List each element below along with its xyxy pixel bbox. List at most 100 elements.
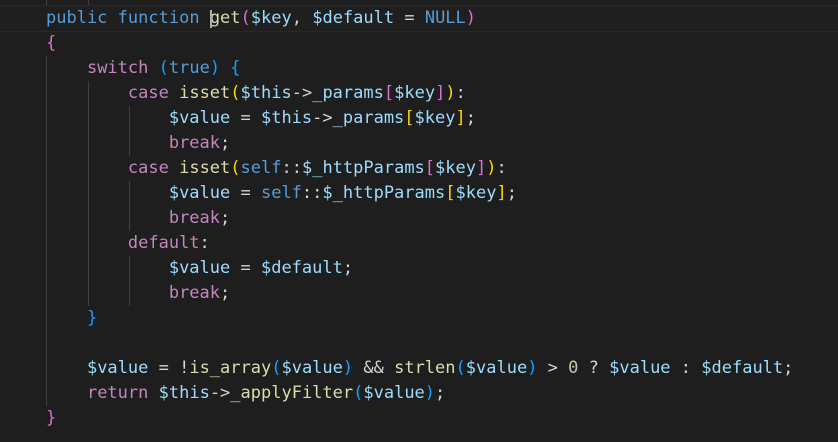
code-line[interactable]: default: xyxy=(0,231,838,256)
property-token: _params xyxy=(312,83,384,103)
function-name-token: is_array xyxy=(189,358,272,378)
operator-token: && xyxy=(353,358,395,378)
code-line-current[interactable]: public function get($key, $default = NUL… xyxy=(0,5,838,32)
bracket-token: ] xyxy=(435,83,446,103)
control-keyword-token: break xyxy=(168,283,221,303)
code-line[interactable]: } xyxy=(0,306,838,331)
control-keyword-token: case xyxy=(127,158,169,178)
operator-token: -> xyxy=(291,83,313,103)
code-line[interactable]: case isset($this->_params[$key]): xyxy=(0,81,838,106)
code-line[interactable]: case isset(self::$_httpParams[$key]): xyxy=(0,156,838,181)
number-token: 0 xyxy=(568,358,579,378)
property-token: $_httpParams xyxy=(301,158,425,178)
bracket-token: } xyxy=(46,408,57,428)
bracket-token: ( xyxy=(230,83,241,103)
function-name-token: _applyFilter xyxy=(230,383,354,403)
code-line[interactable]: break; xyxy=(0,281,838,306)
variable-token: $value xyxy=(465,358,528,378)
bracket-token: ) xyxy=(342,358,354,378)
punctuation-token: ; xyxy=(220,133,231,153)
code-line-content: $value = !is_array($value) && strlen($va… xyxy=(46,356,793,381)
operator-token: = xyxy=(394,8,425,28)
operator-token: : xyxy=(670,358,702,378)
variable-token: $key xyxy=(414,108,456,128)
bracket-token: ) xyxy=(527,358,538,378)
operator-token: :: xyxy=(281,158,302,178)
variable-token: $value xyxy=(609,358,671,378)
variable-token: $value xyxy=(281,358,343,378)
code-line[interactable]: break; xyxy=(0,131,838,156)
bracket-token: ] xyxy=(455,108,466,128)
code-line-content: break; xyxy=(46,206,230,231)
control-keyword-token: default xyxy=(127,233,200,253)
code-line-content: return $this->_applyFilter($value); xyxy=(46,381,445,406)
bracket-token: ) xyxy=(465,8,477,28)
code-line[interactable]: $value = self::$_httpParams[$key]; xyxy=(0,181,838,206)
function-name-token: strlen xyxy=(394,358,456,378)
code-line-content: public function get($key, $default = NUL… xyxy=(46,6,476,31)
operator-token: -> xyxy=(312,108,333,128)
self-token: self xyxy=(260,183,302,203)
code-line[interactable]: $value = $this->_params[$key]; xyxy=(0,106,838,131)
property-token: _params xyxy=(332,108,405,128)
bracket-token: [ xyxy=(445,183,456,203)
variable-token: $value xyxy=(168,258,231,278)
code-line-content: } xyxy=(46,406,56,431)
code-lines: public function get($key, $default = NUL… xyxy=(0,5,838,431)
bracket-token: { xyxy=(220,58,241,78)
function-name-token: isset xyxy=(179,83,231,103)
this-token: $this xyxy=(240,83,292,103)
constant-token: NULL xyxy=(424,8,466,28)
code-line[interactable]: $value = !is_array($value) && strlen($va… xyxy=(0,356,838,381)
variable-token: $default xyxy=(701,358,784,378)
bracket-token: ] xyxy=(476,158,487,178)
variable-token: $key xyxy=(455,183,497,203)
bracket-token: ) xyxy=(424,383,436,403)
operator-token: -> xyxy=(209,383,231,403)
function-name-token: isset xyxy=(179,158,231,178)
control-keyword-token: break xyxy=(168,133,221,153)
bracket-token: [ xyxy=(424,158,436,178)
punctuation-token: ; xyxy=(465,108,476,128)
function-name-token: get xyxy=(209,8,241,28)
bracket-token: ] xyxy=(496,183,507,203)
punctuation-token: ; xyxy=(220,208,231,228)
code-line[interactable]: { xyxy=(0,31,838,56)
code-line-content: break; xyxy=(46,131,230,156)
operator-token: = xyxy=(230,258,261,278)
code-line[interactable]: } xyxy=(0,406,838,431)
operator-token: = xyxy=(230,108,261,128)
bracket-token: ( xyxy=(148,58,169,78)
punctuation-token: , xyxy=(291,8,313,28)
code-line[interactable]: switch (true) { xyxy=(0,56,838,81)
code-line[interactable]: break; xyxy=(0,206,838,231)
code-editor[interactable]: public function get($key, $default = NUL… xyxy=(0,0,838,442)
bracket-token: ) xyxy=(445,83,456,103)
constant-token: true xyxy=(168,58,210,78)
code-line-content: default: xyxy=(46,231,210,256)
control-keyword-token: break xyxy=(168,208,221,228)
punctuation-token: ; xyxy=(783,358,794,378)
punctuation-token: ; xyxy=(342,258,354,278)
variable-token: $key xyxy=(394,83,436,103)
punctuation-token: : xyxy=(496,158,507,178)
code-line-content: } xyxy=(46,306,97,331)
bracket-token: ( xyxy=(230,158,241,178)
code-line-empty[interactable] xyxy=(0,331,838,356)
code-line[interactable]: $value = $default; xyxy=(0,256,838,281)
self-token: self xyxy=(240,158,282,178)
punctuation-token: : xyxy=(199,233,210,253)
code-line-content: case isset(self::$_httpParams[$key]): xyxy=(46,156,507,181)
code-line-content: { xyxy=(46,31,56,56)
variable-token: $value xyxy=(86,358,149,378)
code-line[interactable]: return $this->_applyFilter($value); xyxy=(0,381,838,406)
bracket-token: ( xyxy=(240,8,251,28)
variable-token: $key xyxy=(435,158,476,178)
bracket-token: ( xyxy=(271,358,282,378)
operator-token: = ! xyxy=(148,358,190,378)
operator-token: ? xyxy=(578,358,610,378)
this-token: $this xyxy=(260,108,313,128)
punctuation-token: : xyxy=(455,83,466,103)
variable-token: $value xyxy=(168,108,231,128)
code-line-content: switch (true) { xyxy=(46,56,241,81)
